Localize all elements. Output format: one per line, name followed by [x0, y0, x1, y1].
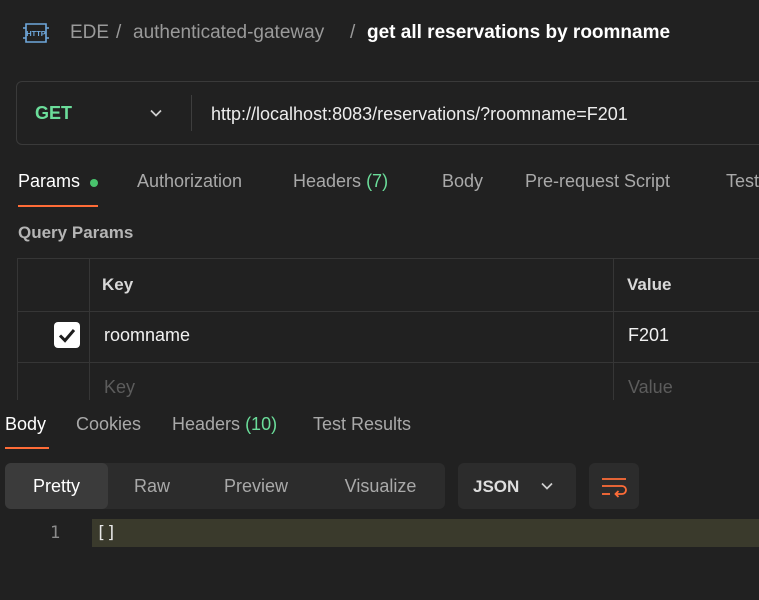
tab-body[interactable]: Body — [442, 171, 483, 192]
view-visualize[interactable]: Visualize — [316, 463, 445, 509]
param-key-cell[interactable]: roomname — [104, 325, 190, 346]
param-value-placeholder[interactable]: Value — [628, 377, 673, 398]
chevron-down-icon — [541, 482, 553, 490]
view-raw[interactable]: Raw — [108, 463, 196, 509]
format-select[interactable]: JSON — [458, 463, 576, 509]
active-tab-indicator — [5, 447, 49, 449]
active-tab-indicator — [18, 205, 98, 207]
param-checkbox[interactable] — [54, 322, 80, 348]
wrap-lines-icon — [602, 478, 627, 498]
wrap-lines-button[interactable] — [589, 463, 639, 509]
column-header-value: Value — [627, 275, 672, 294]
check-icon — [58, 329, 76, 343]
svg-text:HTTP: HTTP — [26, 29, 46, 38]
response-tab-cookies[interactable]: Cookies — [76, 414, 141, 435]
url-bar: GET — [16, 81, 759, 145]
tab-headers-label: Headers — [293, 171, 362, 191]
method-select[interactable]: GET — [17, 82, 189, 144]
format-label: JSON — [473, 477, 520, 496]
tab-params[interactable]: Params — [18, 171, 80, 192]
breadcrumb-item-collection[interactable]: EDE — [70, 22, 109, 44]
breadcrumb-item-folder[interactable]: authenticated-gateway — [133, 22, 324, 44]
http-icon: HTTP — [23, 23, 49, 43]
breadcrumb-separator: / — [350, 22, 356, 43]
response-tab-body[interactable]: Body — [5, 414, 46, 435]
response-tab-headers[interactable]: Headers (10) — [172, 414, 277, 435]
divider — [191, 95, 192, 131]
code-text: [] — [96, 523, 117, 543]
headers-count: (7) — [366, 171, 389, 191]
tab-authorization[interactable]: Authorization — [137, 171, 242, 192]
request-title[interactable]: get all reservations by roomname — [367, 22, 670, 44]
tab-headers[interactable]: Headers (7) — [293, 171, 388, 192]
line-number: 1 — [50, 523, 61, 543]
code-line[interactable]: [] — [92, 519, 759, 547]
params-table: Key Value roomname F201 Key Value — [17, 258, 759, 401]
chevron-down-icon — [150, 109, 162, 117]
view-pretty[interactable]: Pretty — [5, 463, 108, 509]
response-tab-headers-label: Headers — [172, 414, 241, 434]
response-tab-test-results[interactable]: Test Results — [313, 414, 411, 435]
query-params-heading: Query Params — [18, 223, 134, 242]
response-headers-count: (10) — [245, 414, 278, 434]
tab-tests[interactable]: Test — [726, 171, 759, 192]
method-label: GET — [35, 103, 73, 123]
column-header-key: Key — [102, 275, 134, 294]
tab-pre-request-script[interactable]: Pre-request Script — [525, 171, 670, 192]
url-input[interactable] — [211, 102, 751, 126]
param-value-cell[interactable]: F201 — [628, 325, 669, 346]
params-status-dot — [90, 179, 98, 187]
view-preview[interactable]: Preview — [196, 463, 316, 509]
breadcrumb-separator: / — [116, 22, 122, 43]
param-key-placeholder[interactable]: Key — [104, 377, 135, 398]
